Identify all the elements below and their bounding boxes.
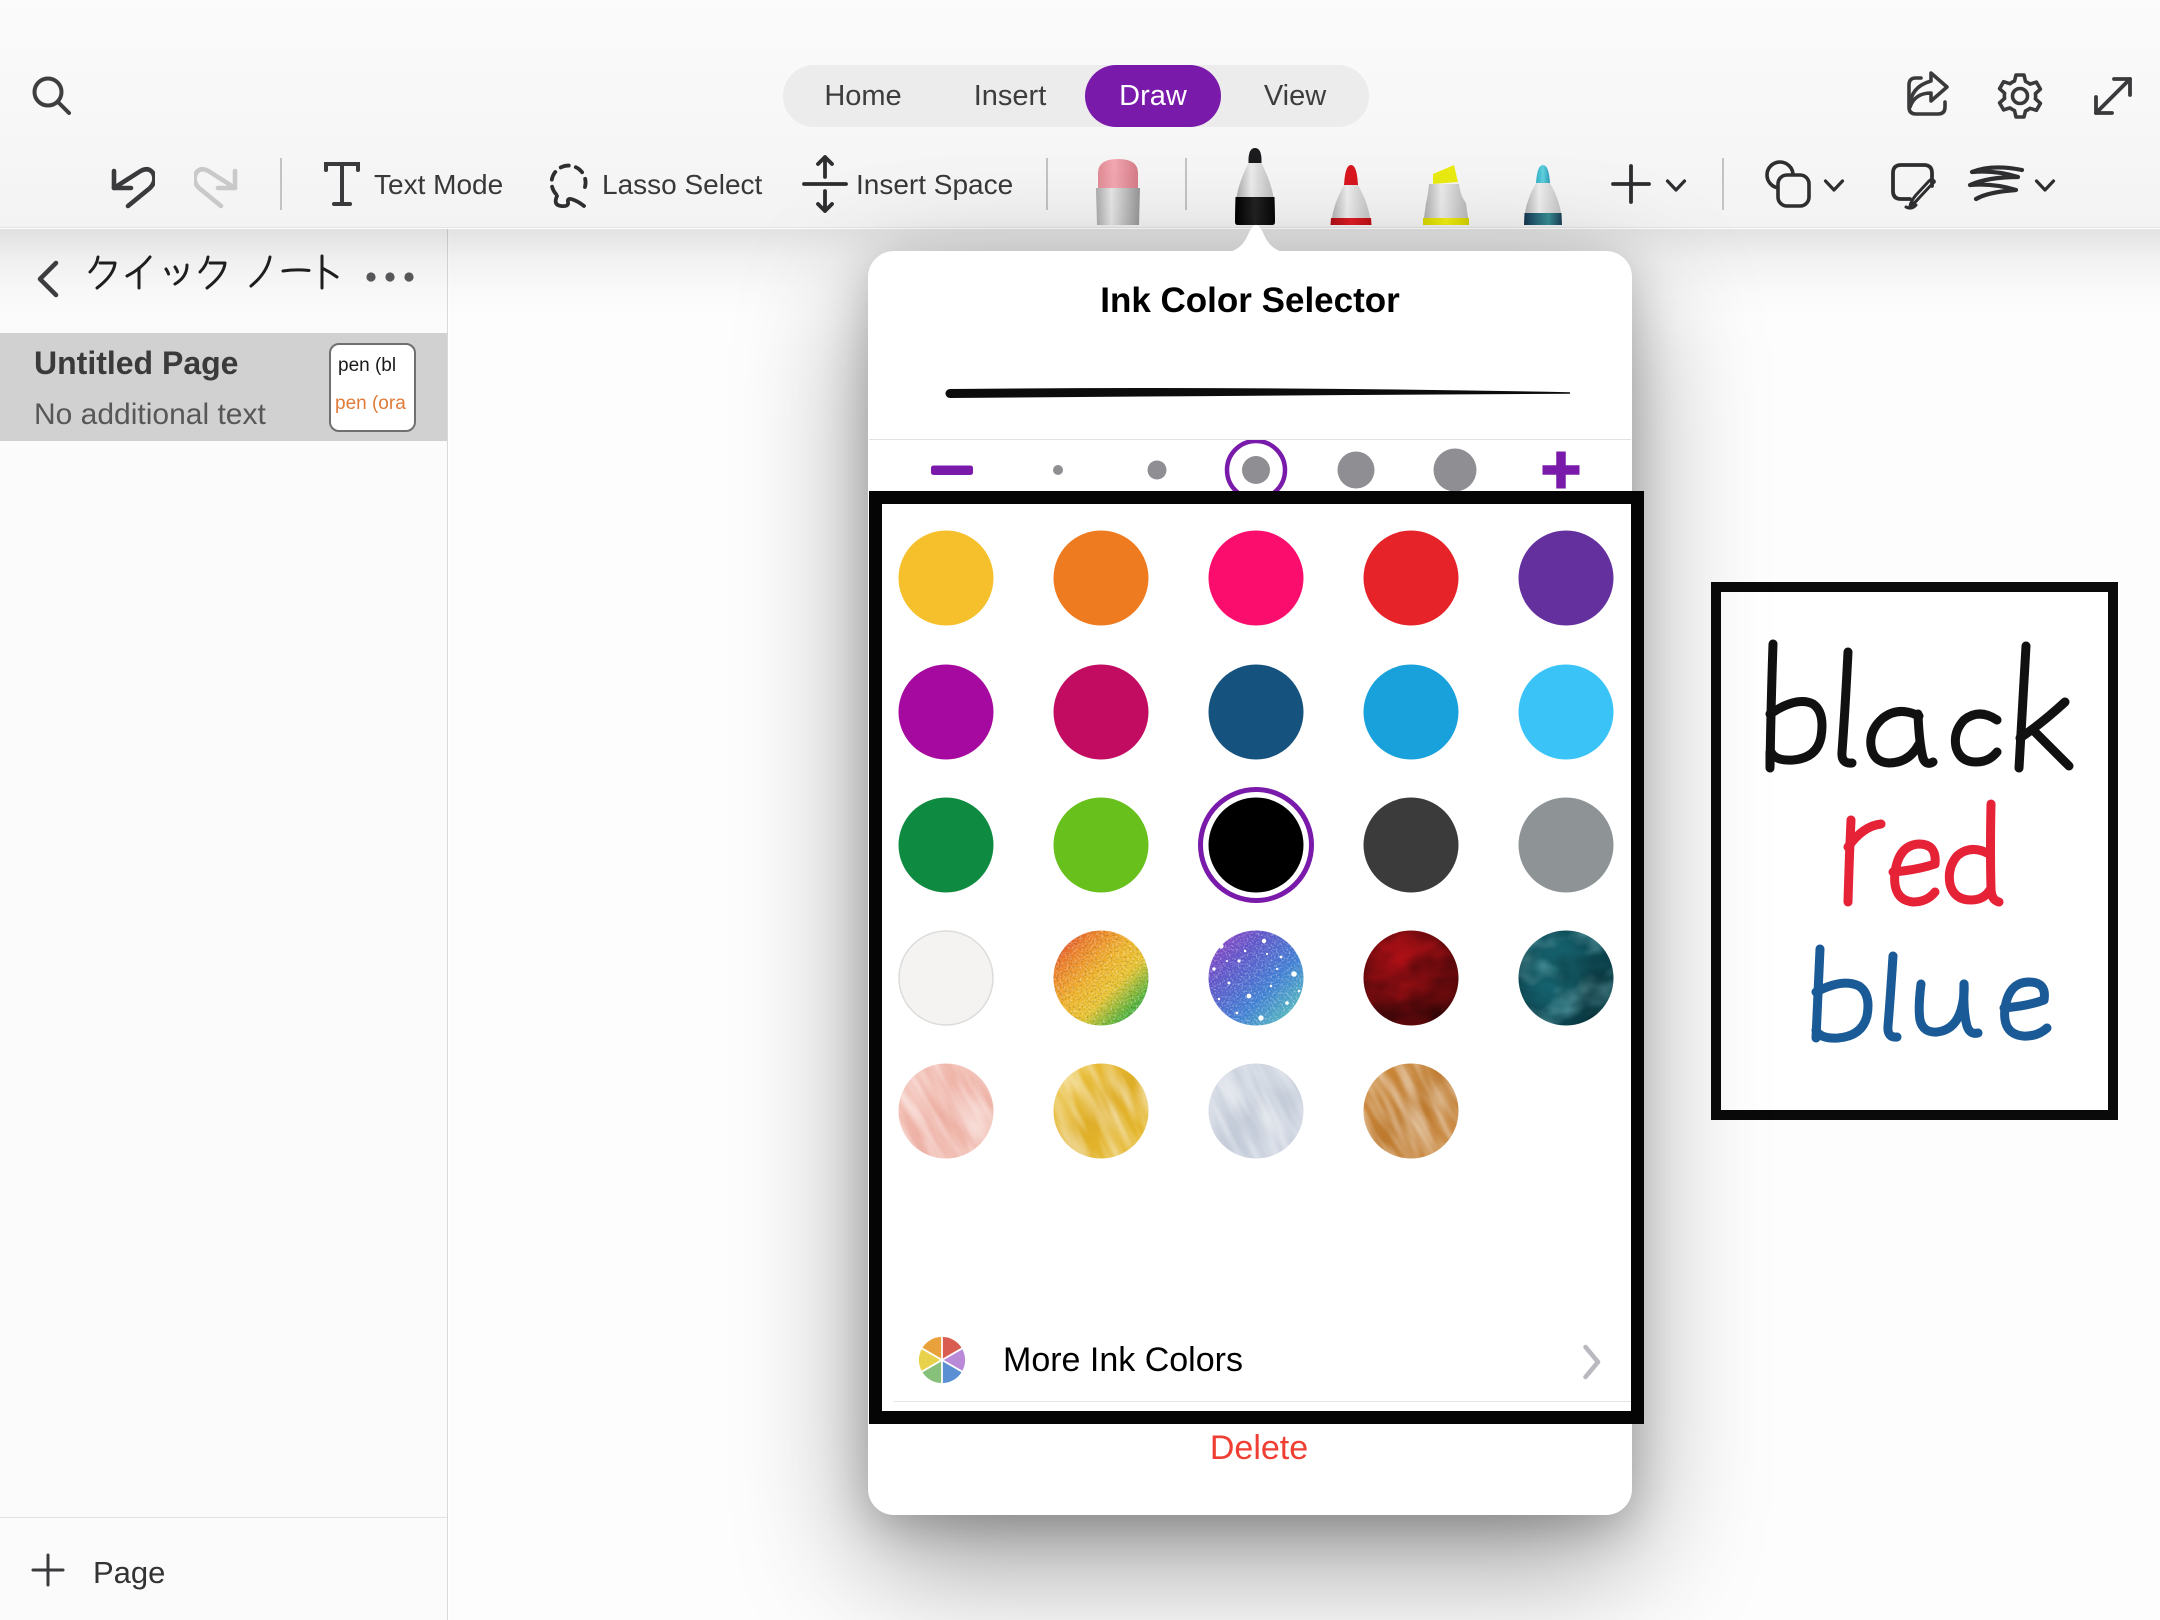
svg-text:pen (ora: pen (ora [335,393,406,414]
svg-text:pen (bl: pen (bl [338,355,396,376]
